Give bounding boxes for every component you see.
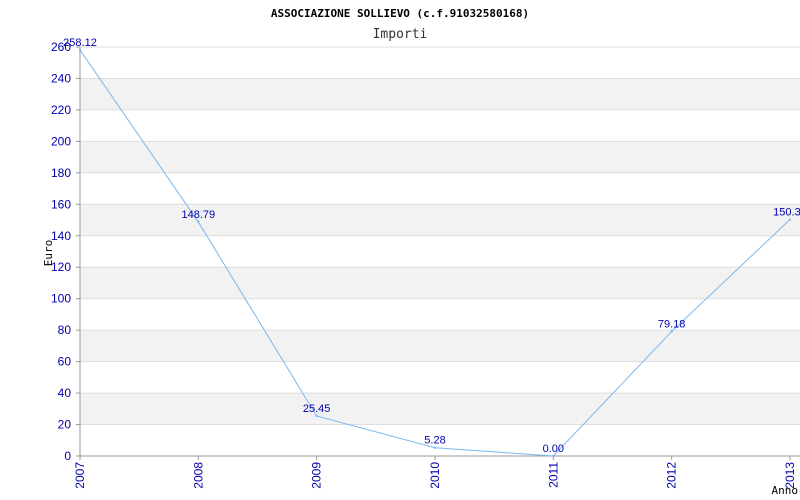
line-chart: 020406080100120140160180200220240260 200… — [42, 7, 800, 497]
x-axis-ticks: 2007 2008 2009 2010 2011 2012 2013 — [73, 456, 797, 489]
data-point — [315, 414, 318, 418]
y-tick-label: 60 — [58, 355, 72, 369]
y-tick-label: 100 — [51, 292, 71, 306]
grid-band — [80, 78, 800, 110]
data-point — [78, 48, 82, 52]
data-label: 5.28 — [424, 435, 445, 447]
y-tick-label: 200 — [51, 134, 71, 148]
y-tick-label: 180 — [51, 166, 71, 180]
data-point — [552, 454, 555, 458]
x-tick-label: 2012 — [665, 462, 679, 489]
grid-band — [80, 141, 800, 173]
chart-title: ASSOCIAZIONE SOLLIEVO (c.f.91032580168) — [271, 7, 529, 20]
y-tick-label: 160 — [51, 197, 71, 211]
grid-band — [80, 393, 800, 425]
y-axis-label: Euro — [42, 240, 55, 267]
y-tick-label: 0 — [64, 449, 71, 463]
x-tick-label: 2011 — [546, 462, 560, 488]
data-label: 79.18 — [658, 318, 686, 330]
x-axis-label: Anno — [772, 484, 799, 497]
grid-band — [80, 330, 800, 362]
grid-bands — [80, 78, 800, 425]
y-tick-label: 20 — [58, 418, 72, 432]
grid-band — [80, 267, 800, 299]
x-tick-label: 2010 — [428, 462, 442, 489]
data-point — [788, 218, 792, 221]
x-tick-label: 2007 — [73, 462, 87, 489]
data-label: 258.12 — [63, 37, 97, 49]
data-label: 0.00 — [543, 443, 564, 455]
x-tick-label: 2009 — [310, 462, 324, 489]
data-point — [433, 446, 437, 449]
data-point — [670, 330, 673, 333]
y-tick-label: 220 — [51, 103, 71, 117]
y-tick-label: 240 — [51, 71, 71, 85]
y-axis-ticks: 020406080100120140160180200220240260 — [51, 40, 80, 463]
data-label: 150.33 — [773, 207, 800, 219]
data-label: 148.79 — [182, 209, 216, 221]
y-tick-label: 40 — [58, 386, 72, 400]
x-tick-label: 2008 — [191, 462, 205, 489]
chart-subtitle: Importi — [373, 27, 428, 42]
data-point — [197, 220, 200, 224]
data-label: 25.45 — [303, 403, 331, 415]
y-tick-label: 80 — [58, 323, 72, 337]
